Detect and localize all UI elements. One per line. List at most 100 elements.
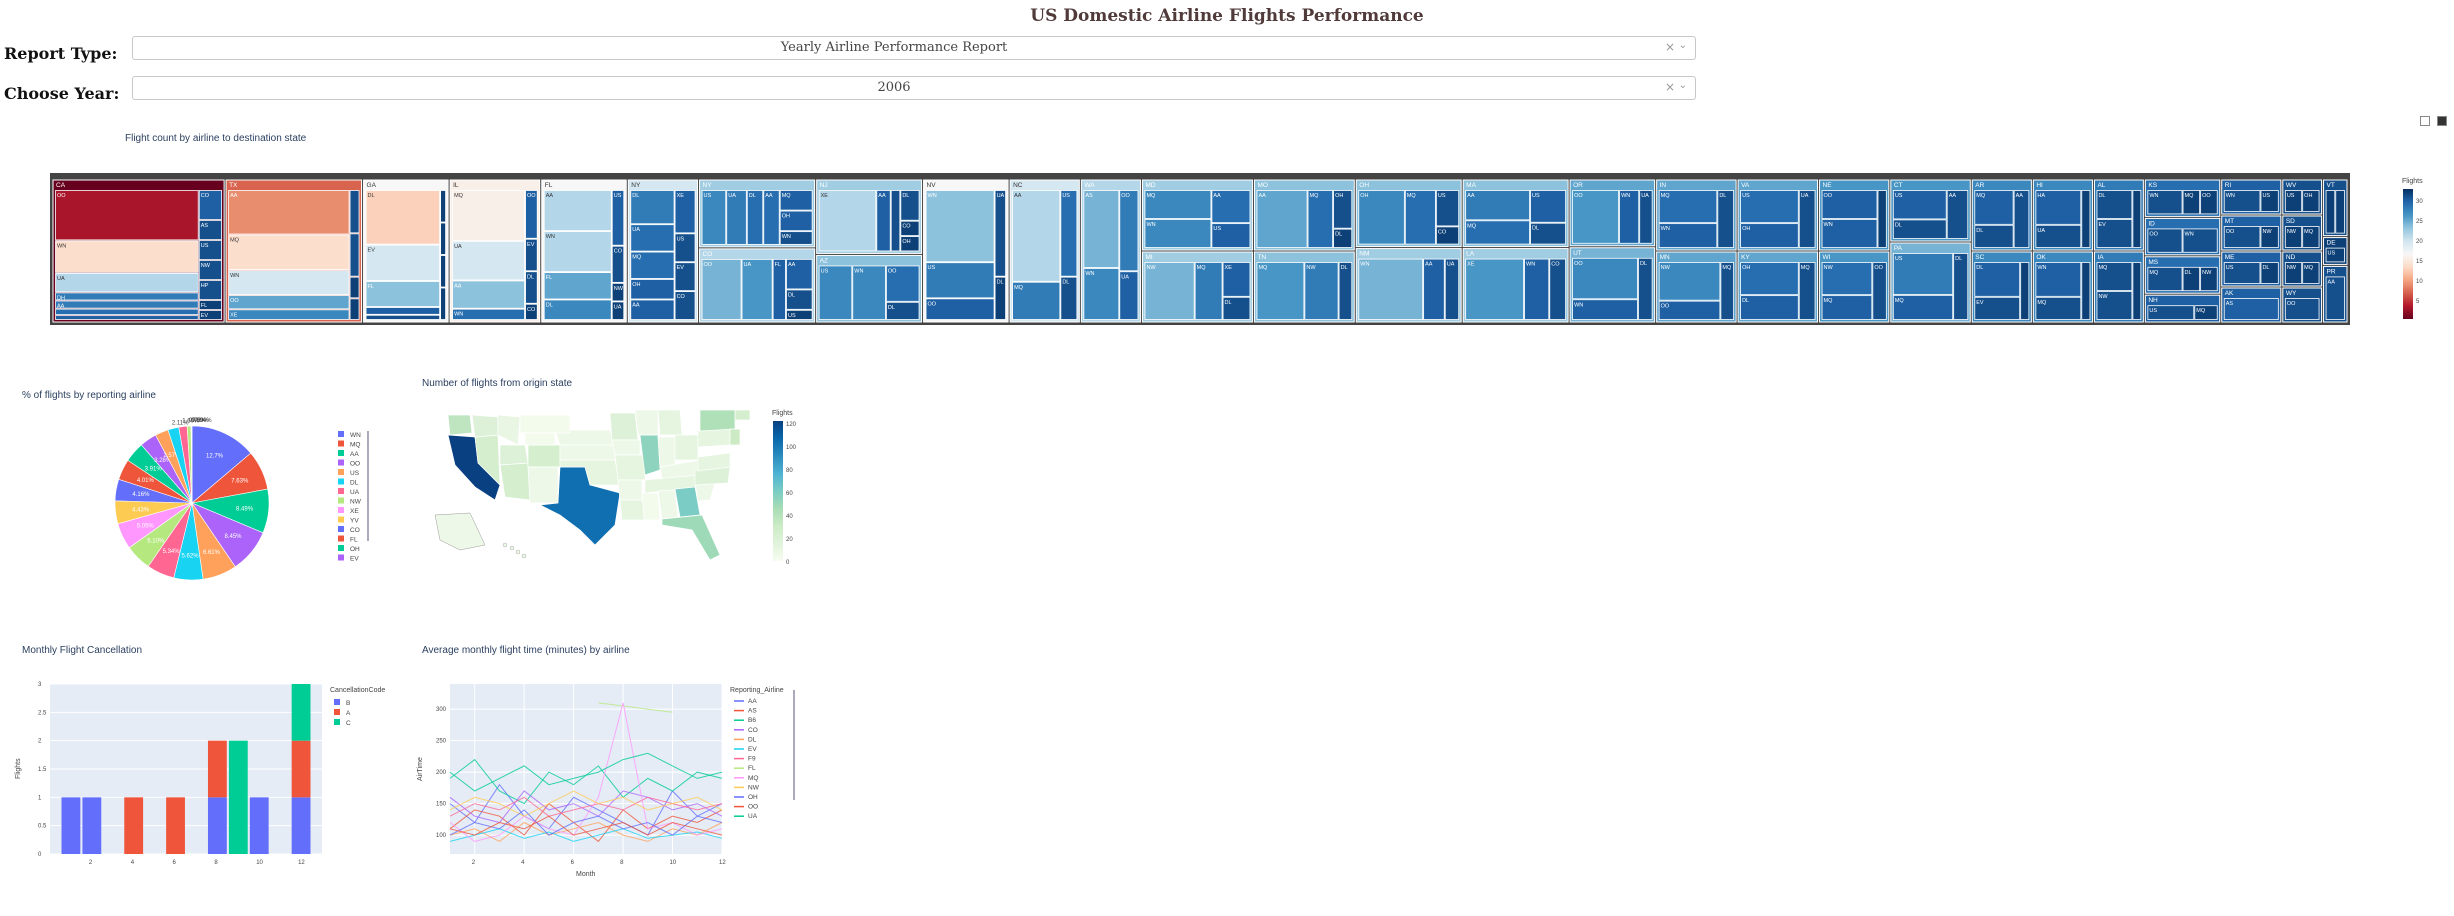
line-legend-scrollbar[interactable]	[793, 690, 795, 800]
treemap-airline-box[interactable]	[349, 276, 360, 299]
treemap-airline-box[interactable]	[1717, 190, 1734, 248]
pie-legend-item[interactable]: DL	[338, 478, 359, 487]
state-az[interactable]	[499, 462, 531, 501]
pie-legend-item[interactable]: FL	[338, 535, 358, 544]
treemap-airline-box[interactable]	[349, 233, 360, 277]
treemap-airline-box[interactable]	[55, 315, 199, 320]
treemap-state-nv[interactable]: NV WN US OO UA DL	[923, 179, 1009, 323]
treemap-airline-box[interactable]	[1144, 262, 1195, 320]
treemap-airline-box[interactable]	[1872, 262, 1887, 320]
treemap-airline-box[interactable]	[228, 190, 350, 235]
treemap-state-nh[interactable]: NH US MQ	[2144, 294, 2221, 323]
treemap-airline-box[interactable]	[1638, 257, 1653, 320]
treemap-airline-box[interactable]	[1740, 295, 1799, 320]
treemap-state-la[interactable]: LA XE WN CO	[1462, 248, 1569, 323]
treemap-airline-box[interactable]	[1798, 262, 1816, 320]
pie-legend-item[interactable]: OO	[338, 459, 360, 468]
treemap-state-ky[interactable]: KY OH DL MQ	[1737, 251, 1819, 323]
state-ut[interactable]	[499, 444, 529, 466]
treemap-airline-box[interactable]	[55, 300, 199, 309]
state-oh[interactable]	[674, 434, 699, 461]
treemap-airline-box[interactable]	[2132, 262, 2142, 320]
treemap-airline-box[interactable]	[1256, 190, 1308, 248]
treemap-state-me[interactable]: ME US DL	[2221, 251, 2282, 287]
treemap-state-al[interactable]: AL DL EV	[2093, 179, 2144, 251]
camera-icon[interactable]	[2420, 116, 2430, 126]
state-or[interactable]	[471, 414, 499, 438]
pie-legend-item[interactable]: AA	[338, 450, 359, 458]
treemap-airline-box[interactable]	[55, 190, 199, 241]
treemap-airline-box[interactable]	[365, 281, 441, 307]
chevron-down-icon[interactable]: ⌄	[1679, 40, 1687, 51]
treemap-airline-box[interactable]	[452, 280, 525, 309]
state-mt[interactable]	[519, 414, 571, 434]
bar-a[interactable]	[166, 797, 185, 854]
airtime-line-chart[interactable]: 100 150 200 250 300 2 4 6 8 10 12 Month AirTime Repor…	[400, 670, 820, 880]
bar-b[interactable]	[207, 797, 227, 854]
state-ma[interactable]	[734, 409, 751, 421]
state-ak[interactable]	[434, 512, 486, 551]
clear-icon[interactable]: ×	[1665, 80, 1675, 94]
state-hi[interactable]	[502, 542, 508, 548]
state-hi[interactable]	[521, 553, 527, 559]
treemap-airline-box[interactable]	[365, 190, 441, 245]
state-mo[interactable]	[614, 454, 646, 481]
pie-legend-item[interactable]: NW	[338, 497, 362, 506]
treemap-airline-box[interactable]	[365, 314, 441, 320]
treemap-state-pr[interactable]: PR AA	[2323, 265, 2348, 323]
treemap-state-wy[interactable]: WY OO	[2282, 287, 2323, 323]
treemap-state-az[interactable]: AZ US WN OO DL	[816, 254, 923, 323]
treemap-airline-box[interactable]	[994, 190, 1006, 277]
treemap-state-ok[interactable]: OK WN MQ	[2032, 251, 2093, 323]
treemap-airline-box[interactable]	[1012, 190, 1061, 282]
treemap-state-ia[interactable]: IA MQ NW	[2093, 251, 2144, 323]
treemap-state-in[interactable]: IN MQ WN DL	[1656, 179, 1737, 251]
treemap-airline-box[interactable]	[2132, 190, 2142, 248]
treemap-airline-box[interactable]	[1953, 253, 1969, 320]
state-nm[interactable]	[527, 466, 559, 504]
treemap-airline-box[interactable]	[1083, 190, 1120, 268]
treemap-state-ny[interactable]: NY US UA DL AA MQ OH WN	[699, 179, 816, 248]
choropleth-map[interactable]: Flights 120 100 80 60 40 20 0	[430, 405, 810, 595]
treemap-state-va[interactable]: VA US OH UA	[1737, 179, 1819, 251]
treemap-airline-box[interactable]	[1444, 258, 1460, 320]
treemap-airline-box[interactable]	[365, 244, 441, 281]
treemap-airline-box[interactable]	[1307, 190, 1334, 248]
treemap-airline-box[interactable]	[2335, 190, 2345, 234]
treemap-chart[interactable]: CA OO WN UA DH AA CO AS US NW HP FL EV TX AA MQ WN OO XE GA…	[0, 165, 2454, 335]
treemap-state-nm[interactable]: NM WN AA UA	[1355, 248, 1462, 323]
treemap-airline-box[interactable]	[349, 190, 360, 234]
treemap-state-nj[interactable]: NJ XE AA DL CO OH	[816, 179, 923, 254]
treemap-airline-box[interactable]	[1465, 258, 1524, 320]
treemap-state-tx[interactable]: TX AA MQ WN OO XE	[225, 179, 363, 323]
treemap-airline-box[interactable]	[452, 308, 525, 320]
state-hi[interactable]	[515, 549, 521, 555]
pie-legend-item[interactable]: CO	[338, 526, 360, 534]
pie-legend-item[interactable]: YV	[338, 516, 359, 525]
treemap-airline-box[interactable]	[543, 272, 612, 300]
treemap-state-wi[interactable]: WI NW MQ OO	[1819, 251, 1890, 323]
treemap-state-de[interactable]: DE US	[2323, 237, 2348, 265]
treemap-airline-box[interactable]	[741, 258, 773, 320]
bar-b[interactable]	[82, 797, 102, 854]
state-fl[interactable]	[661, 514, 721, 561]
treemap-airline-box[interactable]	[440, 287, 446, 320]
treemap-state-ma[interactable]: MA AA MQ US DL	[1462, 179, 1569, 248]
treemap-state-ut[interactable]: UT OO WN DL	[1569, 247, 1656, 323]
treemap-airline-box[interactable]	[701, 258, 742, 320]
treemap-airline-box[interactable]	[1256, 262, 1305, 320]
treemap-state-ny[interactable]: NY DL UA MQ OH AA XE US EV CO	[627, 179, 699, 323]
state-id[interactable]	[497, 414, 521, 446]
state-ms[interactable]	[641, 492, 661, 521]
treemap-airline-box[interactable]	[1465, 190, 1530, 221]
treemap-airline-box[interactable]	[1338, 262, 1353, 320]
treemap-state-il[interactable]: IL MQ UA AA WN OO EV DL CO	[449, 179, 541, 323]
treemap-state-ca[interactable]: CA OO WN UA DH AA CO AS US NW HP FL EV	[52, 179, 225, 323]
treemap-airline-box[interactable]	[2013, 190, 2030, 248]
state-ny[interactable]	[699, 409, 736, 432]
treemap-airline-box[interactable]	[2081, 262, 2091, 320]
state-ia[interactable]	[611, 439, 641, 456]
year-dropdown[interactable]: 2006 × ⌄	[132, 76, 1696, 100]
treemap-airline-box[interactable]	[543, 190, 612, 231]
state-pa[interactable]	[697, 428, 731, 448]
